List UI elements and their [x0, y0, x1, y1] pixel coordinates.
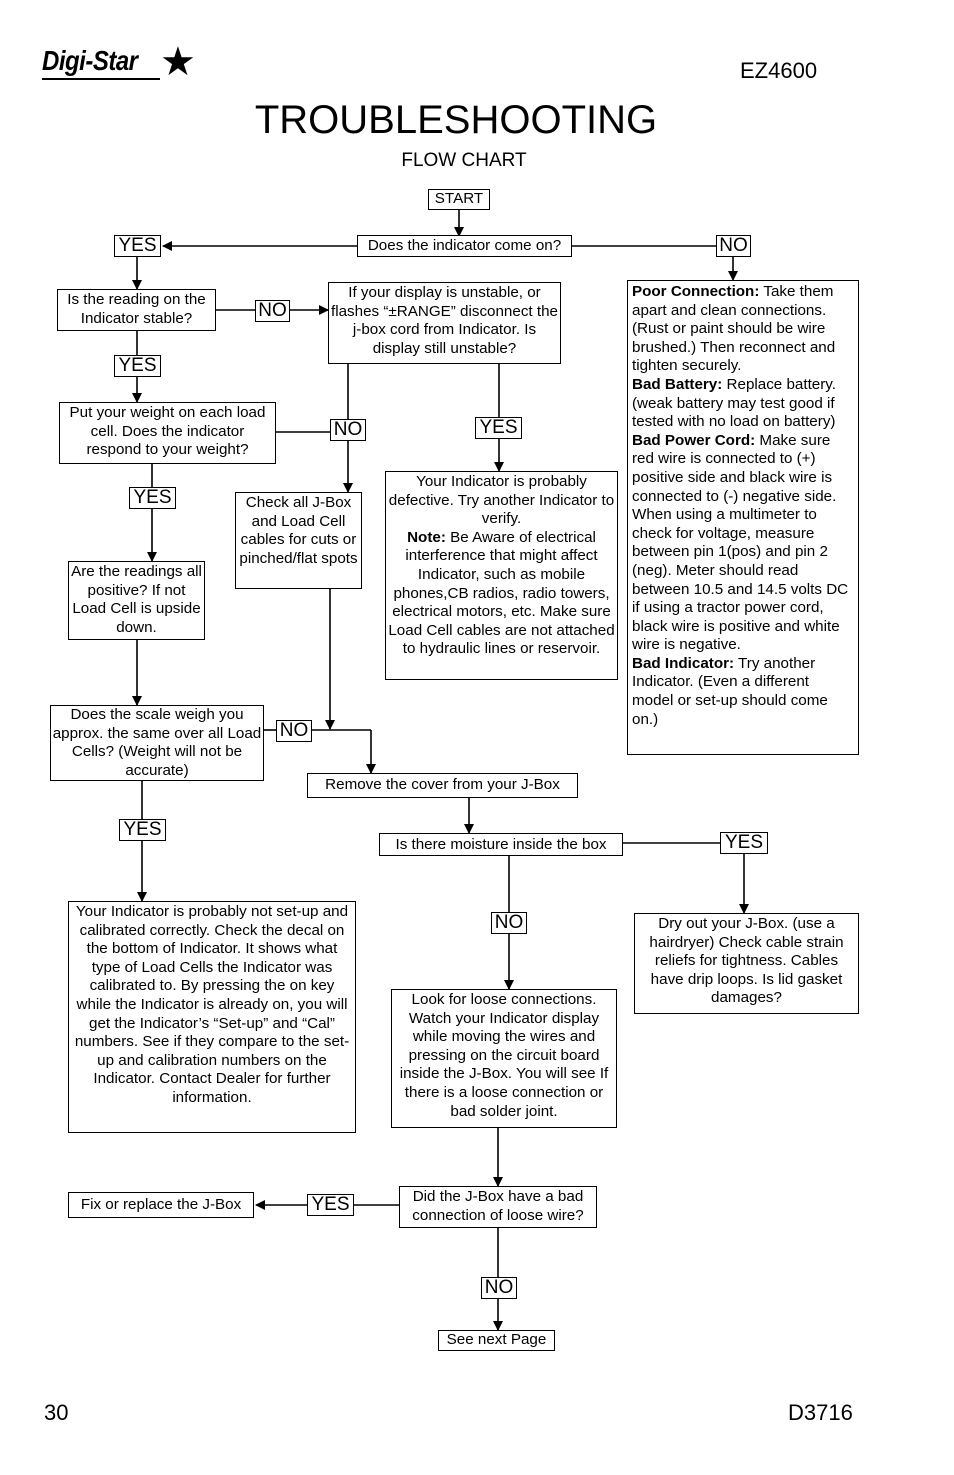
no-label: NO — [330, 419, 366, 441]
yes-label: YES — [475, 417, 522, 439]
bad-indicator-label: Bad Indicator: — [632, 654, 735, 672]
question-put-weight: Put your weight on each load cell. Does … — [59, 402, 276, 464]
yes-label: YES — [307, 1194, 354, 1216]
document-number: D3716 — [788, 1400, 853, 1425]
question-scale-weigh-same: Does the scale weigh you approx. the sam… — [50, 705, 264, 781]
action-no-power-causes: Poor Connection: Take them apart and cle… — [627, 280, 859, 755]
action-remove-cover: Remove the cover from your J-Box — [307, 773, 578, 798]
poor-connection-label: Poor Connection: — [632, 283, 760, 300]
action-dry-out-jbox: Dry out your J-Box. (use a hairdryer) Ch… — [634, 913, 859, 1014]
question-reading-stable: Is the reading on the Indicator stable? — [57, 289, 216, 331]
no-label: NO — [491, 912, 527, 934]
no-label: NO — [276, 720, 312, 742]
action-indicator-defective: Your Indicator is probably defective. Tr… — [385, 471, 618, 680]
action-not-calibrated: Your Indicator is probably not set-up an… — [68, 901, 356, 1133]
note-text: Be Aware of electrical interference that… — [388, 528, 615, 658]
defective-intro: Your Indicator is probably defective. Tr… — [388, 473, 615, 528]
question-indicator-on: Does the indicator come on? — [357, 235, 572, 257]
question-bad-connection: Did the J-Box have a bad connection of l… — [399, 1186, 597, 1228]
yes-label: YES — [129, 487, 176, 509]
page-number: 30 — [44, 1400, 69, 1425]
bad-power-cord-label: Bad Power Cord: — [632, 431, 756, 449]
yes-label: YES — [114, 235, 161, 257]
note-label: Note: — [407, 528, 446, 546]
bad-power-cord-text: Make sure red wire is connected to (+) p… — [632, 431, 849, 654]
question-moisture: Is there moisture inside the box — [379, 833, 623, 856]
no-label: NO — [481, 1277, 517, 1299]
yes-label: YES — [720, 832, 768, 854]
action-fix-replace-jbox: Fix or replace the J-Box — [68, 1192, 254, 1218]
see-next-page[interactable]: See next Page — [438, 1330, 555, 1351]
start-node: START — [428, 189, 490, 210]
action-loose-connections: Look for loose connections. Watch your I… — [391, 989, 617, 1128]
action-check-cables: Check all J-Box and Load Cell cables for… — [235, 492, 362, 589]
bad-battery-label: Bad Battery: — [632, 375, 723, 393]
question-readings-positive: Are the readings all positive? If not Lo… — [68, 561, 205, 640]
question-display-unstable: If your display is unstable, or flashes … — [328, 282, 561, 364]
yes-label: YES — [119, 819, 166, 841]
no-label: NO — [716, 235, 751, 257]
yes-label: YES — [114, 355, 161, 377]
no-label: NO — [255, 300, 290, 322]
